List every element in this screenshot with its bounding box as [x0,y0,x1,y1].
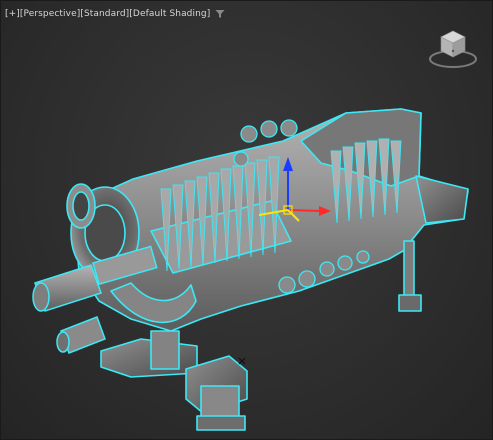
viewport-perspective[interactable]: [+] [Perspective] [Standard] [Default Sh… [0,0,493,440]
turbine-model[interactable] [1,1,493,440]
pivot-marker [238,357,246,365]
